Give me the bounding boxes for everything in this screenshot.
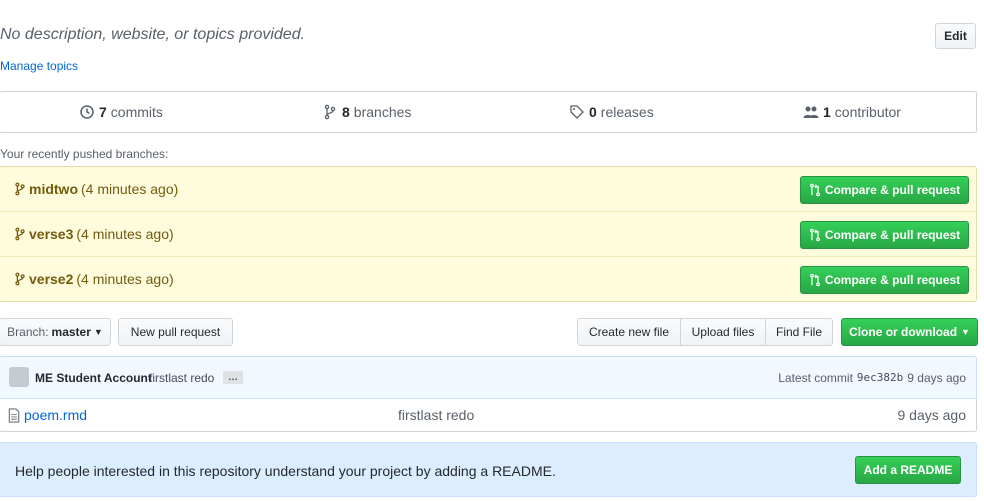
- branch-name: verse2: [29, 271, 74, 287]
- branches-count: 8: [342, 104, 350, 120]
- releases-link[interactable]: 0 releases: [569, 104, 654, 120]
- releases-label: releases: [600, 104, 654, 120]
- branch-icon: [15, 272, 25, 286]
- dropdown-caret-icon: ▼: [93, 327, 103, 337]
- edit-button[interactable]: Edit: [935, 23, 976, 49]
- create-new-file-button[interactable]: Create new file: [577, 318, 681, 346]
- recent-branch[interactable]: verse2 (4 minutes ago): [14, 271, 174, 287]
- git-compare-icon: [809, 183, 820, 197]
- commits-label: commits: [110, 104, 163, 120]
- commit-sha-link[interactable]: 9ec382b: [857, 371, 903, 385]
- contributors-count: 1: [823, 104, 831, 120]
- git-compare-icon: [809, 273, 820, 287]
- find-file-button[interactable]: Find File: [766, 318, 833, 346]
- branch-select-button[interactable]: Branch: master ▼: [0, 318, 111, 346]
- clone-or-download-button[interactable]: Clone or download ▼: [841, 318, 978, 346]
- readme-prompt-text: Help people interested in this repositor…: [15, 463, 556, 479]
- compare-label: Compare & pull request: [824, 228, 961, 242]
- releases-count: 0: [589, 104, 597, 120]
- commits-count: 7: [99, 104, 107, 120]
- branch-age: (4 minutes ago): [76, 271, 174, 287]
- add-readme-button[interactable]: Add a README: [855, 456, 961, 484]
- file-link[interactable]: poem.rmd: [8, 407, 87, 423]
- commits-link[interactable]: 7 commits: [79, 104, 163, 120]
- compare-pull-request-button[interactable]: Compare & pull request: [800, 221, 969, 249]
- upload-files-button[interactable]: Upload files: [681, 318, 766, 346]
- manage-topics-link[interactable]: Manage topics: [0, 59, 78, 73]
- compare-pull-request-button[interactable]: Compare & pull request: [800, 176, 969, 204]
- recent-branches-label: Your recently pushed branches:: [0, 147, 169, 161]
- clone-label: Clone or download: [849, 325, 958, 339]
- recent-branch[interactable]: verse3 (4 minutes ago): [14, 226, 174, 242]
- avatar[interactable]: [9, 367, 29, 387]
- branch-name: midtwo: [29, 181, 78, 197]
- file-name: poem.rmd: [24, 407, 88, 423]
- file-commit-message[interactable]: firstlast redo: [398, 407, 474, 423]
- commit-age: 9 days ago: [907, 371, 966, 385]
- file-age: 9 days ago: [897, 407, 967, 423]
- readme-prompt: Help people interested in this repositor…: [0, 442, 977, 497]
- branch-age: (4 minutes ago): [81, 181, 179, 197]
- contributors-link[interactable]: 1 contributor: [803, 104, 901, 120]
- recent-branch-row: verse2 (4 minutes ago) Compare & pull re…: [0, 257, 976, 302]
- branch-value: master: [51, 325, 91, 339]
- branch-icon: [15, 227, 25, 241]
- branch-age: (4 minutes ago): [76, 226, 174, 242]
- recent-branch-row: midtwo (4 minutes ago) Compare & pull re…: [0, 167, 976, 212]
- tag-icon: [570, 105, 584, 119]
- latest-commit-bar: ME Student Account firstlast redo … Late…: [0, 356, 977, 399]
- table-row: poem.rmd firstlast redo 9 days ago: [0, 398, 977, 432]
- repo-description: No description, website, or topics provi…: [0, 26, 306, 43]
- git-compare-icon: [809, 228, 820, 242]
- contributors-label: contributor: [834, 104, 901, 120]
- branch-name: verse3: [29, 226, 74, 242]
- latest-commit-label: Latest commit: [778, 371, 853, 385]
- recent-branches-box: midtwo (4 minutes ago) Compare & pull re…: [0, 166, 977, 302]
- history-icon: [80, 105, 94, 119]
- ellipsis-expander-button[interactable]: …: [223, 371, 243, 384]
- compare-label: Compare & pull request: [824, 183, 961, 197]
- commit-author[interactable]: ME Student Account: [35, 371, 152, 385]
- commit-message[interactable]: firstlast redo: [149, 371, 214, 385]
- recent-branch[interactable]: midtwo (4 minutes ago): [14, 181, 178, 197]
- file-icon: [8, 407, 20, 423]
- compare-pull-request-button[interactable]: Compare & pull request: [800, 266, 969, 294]
- numbers-summary: 7 commits 8 branches 0 releases 1 contri…: [0, 91, 977, 133]
- branch-prefix: Branch:: [7, 325, 49, 339]
- new-pull-request-button[interactable]: New pull request: [118, 318, 233, 346]
- branch-icon: [324, 104, 336, 120]
- branches-label: branches: [353, 104, 412, 120]
- branches-link[interactable]: 8 branches: [322, 104, 411, 120]
- people-icon: [803, 106, 819, 118]
- recent-branch-row: verse3 (4 minutes ago) Compare & pull re…: [0, 212, 976, 257]
- latest-commit-info: Latest commit 9ec382b 9 days ago: [778, 371, 966, 385]
- branch-icon: [15, 182, 25, 196]
- compare-label: Compare & pull request: [824, 273, 961, 287]
- dropdown-caret-icon: ▼: [961, 327, 970, 337]
